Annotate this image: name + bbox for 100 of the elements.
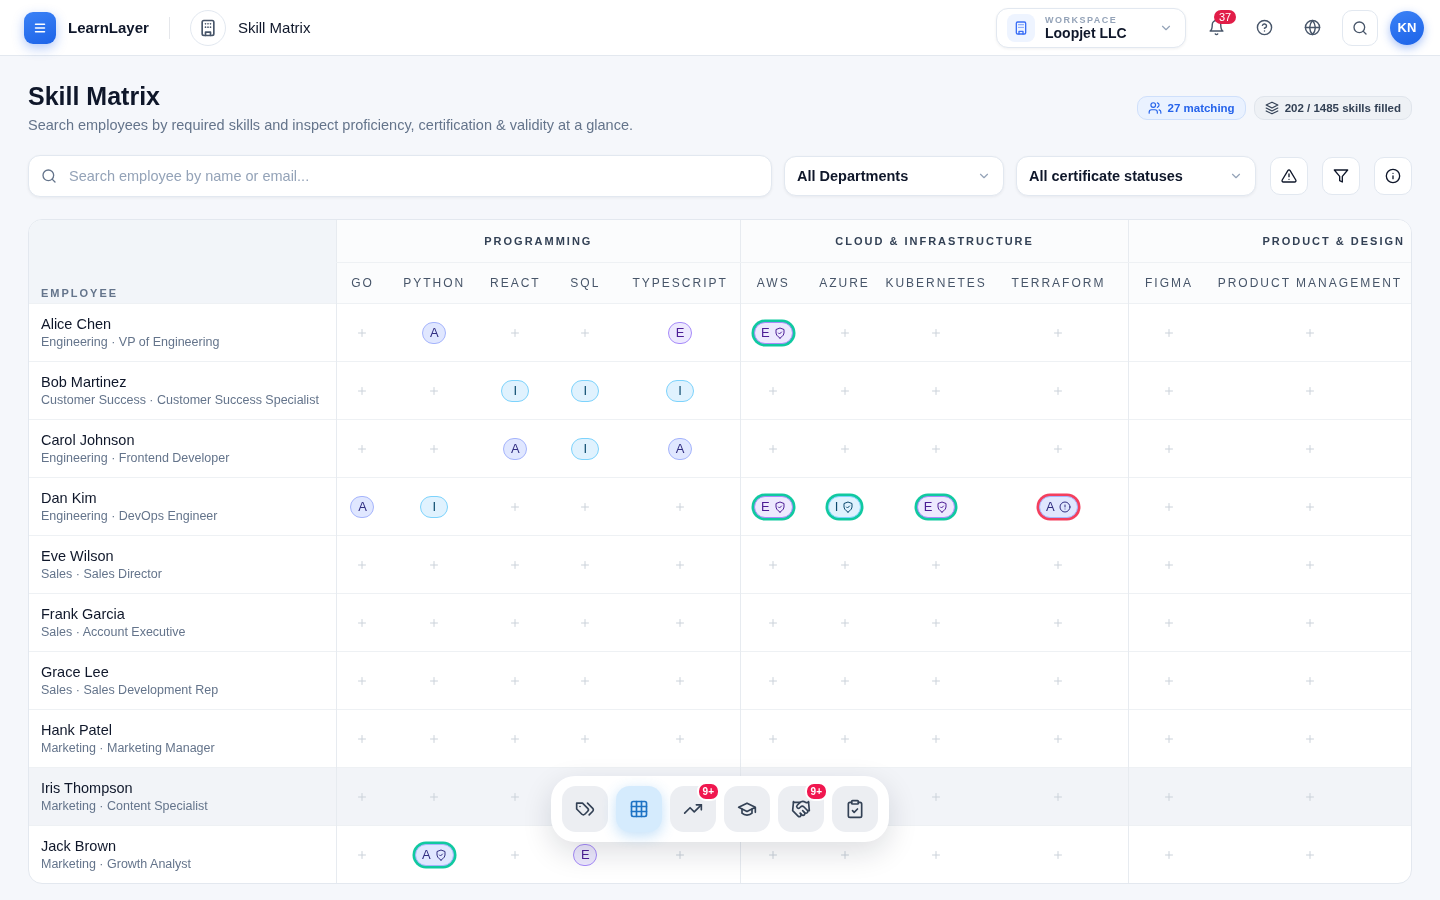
add-skill-button[interactable] [1303, 674, 1316, 687]
proficiency-badge[interactable]: A [1039, 495, 1078, 518]
proficiency-badge[interactable]: I [666, 379, 695, 402]
dock-button[interactable] [562, 786, 608, 832]
add-skill-button[interactable] [930, 616, 943, 629]
add-skill-button[interactable] [838, 558, 851, 571]
add-skill-button[interactable] [674, 616, 687, 629]
proficiency-badge[interactable]: I [501, 379, 530, 402]
proficiency-badge[interactable]: E [916, 495, 956, 518]
add-skill-button[interactable] [674, 732, 687, 745]
add-skill-button[interactable] [767, 732, 780, 745]
add-skill-button[interactable] [838, 384, 851, 397]
add-skill-button[interactable] [509, 732, 522, 745]
add-skill-button[interactable] [356, 442, 369, 455]
add-skill-button[interactable] [509, 616, 522, 629]
dock-button[interactable] [616, 786, 662, 832]
workspace-selector[interactable]: WORKSPACE Loopjet LLC [996, 7, 1186, 48]
add-skill-button[interactable] [1163, 326, 1175, 339]
add-skill-button[interactable] [428, 790, 441, 803]
add-skill-button[interactable] [674, 848, 687, 861]
add-skill-button[interactable] [1163, 848, 1175, 861]
add-skill-button[interactable] [356, 732, 369, 745]
add-skill-button[interactable] [1052, 790, 1065, 803]
add-skill-button[interactable] [674, 558, 687, 571]
add-skill-button[interactable] [356, 790, 369, 803]
add-skill-button[interactable] [579, 616, 592, 629]
proficiency-badge[interactable]: A [422, 321, 447, 344]
add-skill-button[interactable] [579, 500, 592, 513]
add-skill-button[interactable] [930, 790, 943, 803]
add-skill-button[interactable] [1052, 732, 1065, 745]
add-skill-button[interactable] [1052, 558, 1065, 571]
add-skill-button[interactable] [838, 442, 851, 455]
certificate-status-select[interactable]: All certificate statuses [1016, 156, 1256, 196]
add-skill-button[interactable] [1052, 848, 1065, 861]
add-skill-button[interactable] [428, 674, 441, 687]
add-skill-button[interactable] [767, 384, 780, 397]
add-skill-button[interactable] [930, 732, 943, 745]
add-skill-button[interactable] [838, 848, 851, 861]
add-skill-button[interactable] [428, 732, 441, 745]
add-skill-button[interactable] [1163, 732, 1175, 745]
add-skill-button[interactable] [767, 616, 780, 629]
add-skill-button[interactable] [1163, 558, 1175, 571]
add-skill-button[interactable] [579, 558, 592, 571]
proficiency-badge[interactable]: A [414, 843, 454, 866]
add-skill-button[interactable] [1052, 442, 1065, 455]
add-skill-button[interactable] [1303, 326, 1316, 339]
add-skill-button[interactable] [428, 558, 441, 571]
add-skill-button[interactable] [930, 558, 943, 571]
add-skill-button[interactable] [1163, 384, 1175, 397]
add-skill-button[interactable] [1052, 616, 1065, 629]
add-skill-button[interactable] [1163, 790, 1175, 803]
add-skill-button[interactable] [1163, 674, 1175, 687]
proficiency-badge[interactable]: A [668, 437, 693, 460]
add-skill-button[interactable] [509, 558, 522, 571]
add-skill-button[interactable] [509, 790, 522, 803]
add-skill-button[interactable] [356, 674, 369, 687]
add-skill-button[interactable] [1303, 790, 1316, 803]
add-skill-button[interactable] [930, 442, 943, 455]
add-skill-button[interactable] [509, 500, 522, 513]
add-skill-button[interactable] [674, 500, 687, 513]
add-skill-button[interactable] [1163, 442, 1175, 455]
user-avatar[interactable]: KN [1390, 10, 1424, 45]
add-skill-button[interactable] [356, 326, 369, 339]
dock-button[interactable] [832, 786, 878, 832]
add-skill-button[interactable] [428, 384, 441, 397]
add-skill-button[interactable] [838, 732, 851, 745]
add-skill-button[interactable] [1163, 616, 1175, 629]
add-skill-button[interactable] [1163, 500, 1175, 513]
proficiency-badge[interactable]: E [753, 495, 793, 518]
warning-button[interactable] [1270, 157, 1308, 195]
add-skill-button[interactable] [1303, 558, 1316, 571]
info-button[interactable] [1374, 157, 1412, 195]
notifications-button[interactable]: 37 [1198, 9, 1234, 46]
add-skill-button[interactable] [509, 326, 522, 339]
add-skill-button[interactable] [509, 674, 522, 687]
add-skill-button[interactable] [356, 558, 369, 571]
proficiency-badge[interactable]: I [571, 379, 600, 402]
add-skill-button[interactable] [838, 674, 851, 687]
add-skill-button[interactable] [1303, 848, 1316, 861]
department-select[interactable]: All Departments [784, 156, 1004, 196]
add-skill-button[interactable] [767, 558, 780, 571]
add-skill-button[interactable] [356, 848, 369, 861]
add-skill-button[interactable] [579, 674, 592, 687]
proficiency-badge[interactable]: I [827, 495, 862, 518]
add-skill-button[interactable] [1052, 384, 1065, 397]
add-skill-button[interactable] [838, 616, 851, 629]
add-skill-button[interactable] [509, 848, 522, 861]
add-skill-button[interactable] [1303, 616, 1316, 629]
add-skill-button[interactable] [930, 674, 943, 687]
employee-search-field[interactable]: Search employee by name or email... [67, 167, 759, 185]
add-skill-button[interactable] [930, 848, 943, 861]
add-skill-button[interactable] [1052, 326, 1065, 339]
proficiency-badge[interactable]: I [420, 495, 449, 518]
add-skill-button[interactable] [930, 384, 943, 397]
add-skill-button[interactable] [579, 326, 592, 339]
add-skill-button[interactable] [1303, 500, 1316, 513]
add-skill-button[interactable] [1303, 442, 1316, 455]
add-skill-button[interactable] [1303, 384, 1316, 397]
add-skill-button[interactable] [674, 674, 687, 687]
add-skill-button[interactable] [428, 442, 441, 455]
